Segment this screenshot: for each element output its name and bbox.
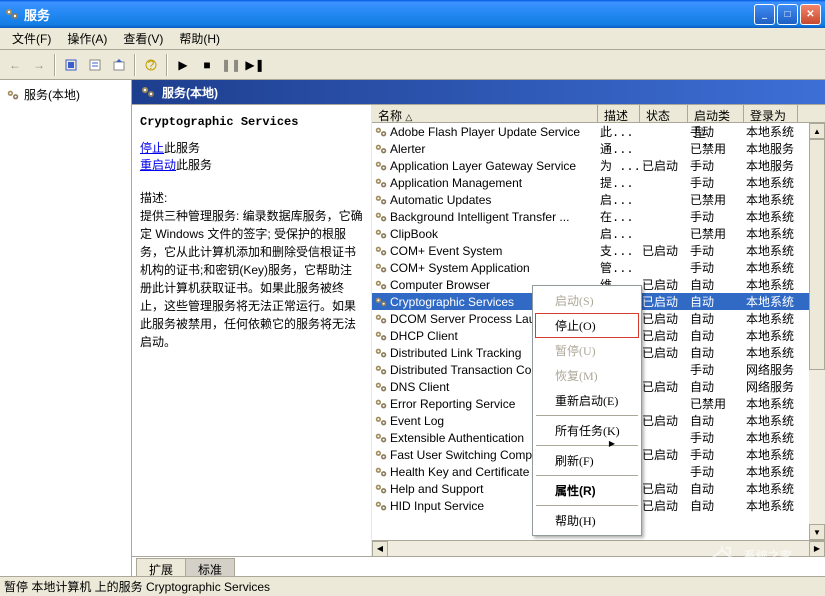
- gear-icon: [374, 363, 388, 377]
- service-row[interactable]: Alerter通...已禁用本地服务: [372, 140, 825, 157]
- gear-icon: [374, 414, 388, 428]
- tab-extended[interactable]: 扩展: [136, 558, 186, 576]
- export-button[interactable]: [108, 54, 130, 76]
- app-icon: [4, 6, 20, 22]
- col-desc[interactable]: 描述: [598, 105, 640, 122]
- gear-icon: [374, 482, 388, 496]
- maximize-button[interactable]: □: [777, 4, 798, 25]
- properties-button[interactable]: [84, 54, 106, 76]
- col-status[interactable]: 状态: [640, 105, 688, 122]
- ctx-resume: 恢复(M): [535, 363, 639, 388]
- gear-icon: [374, 210, 388, 224]
- gear-icon: [374, 125, 388, 139]
- gear-icon: [374, 176, 388, 190]
- gear-icon: [374, 142, 388, 156]
- gear-icon: [374, 465, 388, 479]
- gear-icon: [374, 244, 388, 258]
- forward-button: →: [28, 54, 50, 76]
- ctx-refresh[interactable]: 刷新(F): [535, 448, 639, 473]
- detail-header: 服务(本地): [132, 80, 825, 104]
- menu-bar: 文件(F) 操作(A) 查看(V) 帮助(H): [0, 28, 825, 50]
- gear-icon: [374, 312, 388, 326]
- help-button[interactable]: ?: [140, 54, 162, 76]
- tree-pane: 服务(本地): [0, 80, 132, 576]
- ctx-stop[interactable]: 停止(O): [535, 313, 639, 338]
- service-row[interactable]: ClipBook启...已禁用本地系统: [372, 225, 825, 242]
- gear-icon: [140, 84, 156, 100]
- close-button[interactable]: ✕: [800, 4, 821, 25]
- service-row[interactable]: COM+ Event System支...已启动手动本地系统: [372, 242, 825, 259]
- ctx-pause: 暂停(U): [535, 338, 639, 363]
- detail-title: 服务(本地): [162, 84, 218, 101]
- ctx-restart[interactable]: 重新启动(E): [535, 388, 639, 413]
- tab-standard[interactable]: 标准: [185, 558, 235, 576]
- gear-icon: [374, 278, 388, 292]
- gear-icon: [374, 380, 388, 394]
- gear-icon: [6, 88, 20, 102]
- service-row[interactable]: Application Layer Gateway Service为 ...已启…: [372, 157, 825, 174]
- desc-text: 提供三种管理服务: 编录数据库服务，它确定 Windows 文件的签字; 受保护…: [140, 207, 363, 351]
- menu-action[interactable]: 操作(A): [59, 28, 115, 49]
- house-icon: [706, 544, 738, 576]
- status-text: 暂停 本地计算机 上的服务 Cryptographic Services: [4, 578, 270, 595]
- gear-icon: [374, 227, 388, 241]
- scroll-up-icon[interactable]: ▲: [809, 123, 825, 139]
- service-list: 名称 △ 描述 状态 启动类型 登录为 Adobe Flash Player U…: [372, 105, 825, 556]
- play-button[interactable]: ▶: [172, 54, 194, 76]
- selected-service-name: Cryptographic Services: [140, 115, 363, 129]
- gear-icon: [374, 346, 388, 360]
- back-button: ←: [4, 54, 26, 76]
- toolbar-button[interactable]: [60, 54, 82, 76]
- info-pane: Cryptographic Services 停止此服务 重启动此服务 描述: …: [132, 105, 372, 556]
- col-name[interactable]: 名称 △: [372, 105, 598, 122]
- gear-icon: [374, 159, 388, 173]
- status-bar: 暂停 本地计算机 上的服务 Cryptographic Services: [0, 576, 825, 596]
- scroll-down-icon[interactable]: ▼: [809, 524, 825, 540]
- gear-icon: [374, 329, 388, 343]
- watermark: 系统之家 XITONGZHIJIA.NET: [706, 544, 817, 576]
- stop-link[interactable]: 停止: [140, 141, 164, 155]
- tree-root-label: 服务(本地): [24, 86, 80, 103]
- col-startup[interactable]: 启动类型: [688, 105, 744, 122]
- ctx-start: 启动(S): [535, 288, 639, 313]
- toolbar: ← → ? ▶ ■ ❚❚ ▶❚: [0, 50, 825, 80]
- restart-button-tb[interactable]: ▶❚: [244, 54, 266, 76]
- service-row[interactable]: Automatic Updates启...已禁用本地系统: [372, 191, 825, 208]
- gear-icon: [374, 261, 388, 275]
- svg-text:?: ?: [148, 58, 155, 72]
- desc-label: 描述:: [140, 189, 363, 207]
- scroll-left-icon[interactable]: ◀: [372, 541, 388, 557]
- vertical-scrollbar[interactable]: ▲ ▼: [809, 123, 825, 540]
- minimize-button[interactable]: _: [754, 4, 775, 25]
- pause-button: ❚❚: [220, 54, 242, 76]
- tree-root[interactable]: 服务(本地): [4, 84, 127, 105]
- menu-view[interactable]: 查看(V): [115, 28, 171, 49]
- ctx-all-tasks[interactable]: 所有任务(K): [535, 418, 639, 443]
- gear-icon: [374, 295, 388, 309]
- service-row[interactable]: COM+ System Application管...手动本地系统: [372, 259, 825, 276]
- menu-help[interactable]: 帮助(H): [171, 28, 228, 49]
- ctx-properties[interactable]: 属性(R): [535, 478, 639, 503]
- ctx-help[interactable]: 帮助(H): [535, 508, 639, 533]
- gear-icon: [374, 431, 388, 445]
- stop-button[interactable]: ■: [196, 54, 218, 76]
- gear-icon: [374, 499, 388, 513]
- restart-link[interactable]: 重启动: [140, 158, 176, 172]
- list-header: 名称 △ 描述 状态 启动类型 登录为: [372, 105, 825, 123]
- gear-icon: [374, 397, 388, 411]
- service-row[interactable]: Application Management提...手动本地系统: [372, 174, 825, 191]
- col-logon[interactable]: 登录为: [744, 105, 798, 122]
- context-menu: 启动(S) 停止(O) 暂停(U) 恢复(M) 重新启动(E) 所有任务(K) …: [532, 285, 642, 536]
- gear-icon: [374, 193, 388, 207]
- window-title: 服务: [24, 5, 752, 24]
- menu-file[interactable]: 文件(F): [4, 28, 59, 49]
- gear-icon: [374, 448, 388, 462]
- service-row[interactable]: Adobe Flash Player Update Service此...手动本…: [372, 123, 825, 140]
- title-bar: 服务 _ □ ✕: [0, 0, 825, 28]
- service-row[interactable]: Background Intelligent Transfer ...在...手…: [372, 208, 825, 225]
